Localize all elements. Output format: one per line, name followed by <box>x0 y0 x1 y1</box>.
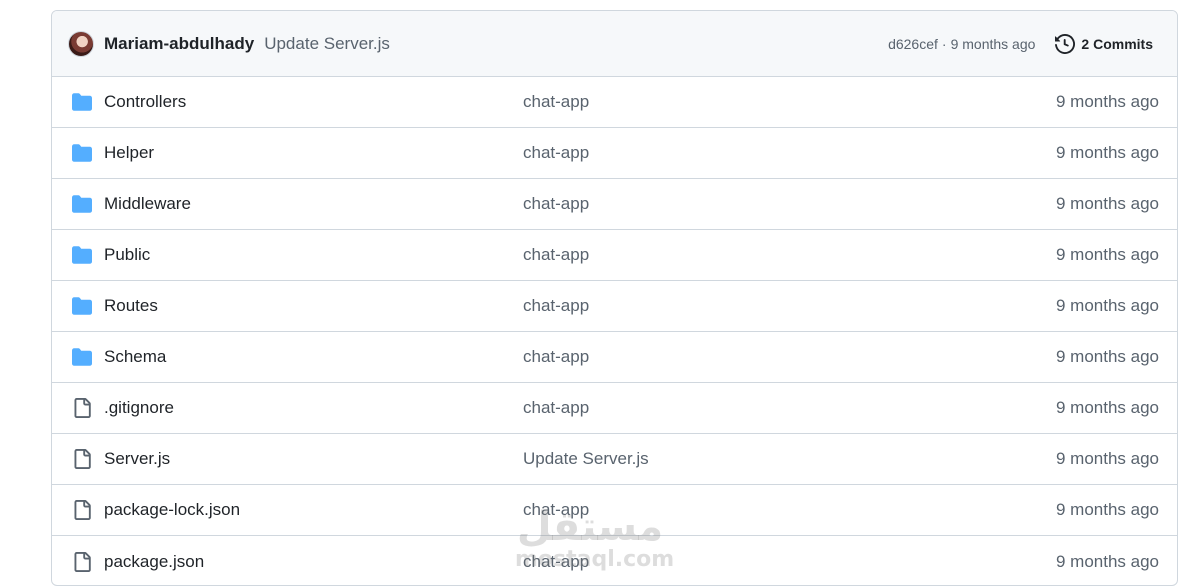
history-clock-icon <box>1055 33 1076 54</box>
file-commit-message-link[interactable]: chat-app <box>523 347 589 367</box>
commits-count-label: 2 Commits <box>1081 35 1153 52</box>
file-name-link[interactable]: Helper <box>104 143 154 163</box>
file-name-link[interactable]: package-lock.json <box>104 500 240 520</box>
file-commit-message-link[interactable]: chat-app <box>523 296 589 316</box>
file-name-link[interactable]: Server.js <box>104 449 170 469</box>
file-commit-time: 9 months ago <box>1055 500 1159 519</box>
file-icon <box>74 449 91 469</box>
commit-author-link[interactable]: Mariam-abdulhady <box>104 34 254 54</box>
file-commit-message-link[interactable]: chat-app <box>523 500 589 520</box>
file-commit-time: 9 months ago <box>1055 347 1159 366</box>
file-icon <box>74 551 91 572</box>
file-commit-time: 9 months ago <box>1055 143 1159 162</box>
file-commit-message-link[interactable]: Update Server.js <box>523 449 649 469</box>
folder-icon <box>72 246 92 264</box>
file-row-file[interactable]: Server.js Update Server.js 9 months ago <box>52 434 1177 485</box>
file-commit-message-link[interactable]: chat-app <box>523 398 589 418</box>
commit-time: 9 months ago <box>950 35 1036 52</box>
file-commit-time: 9 months ago <box>1055 296 1159 315</box>
file-row-folder[interactable]: Middleware chat-app 9 months ago <box>52 179 1177 230</box>
file-name-link[interactable]: Routes <box>104 296 158 316</box>
file-row-file[interactable]: package-lock.json chat-app 9 months ago <box>52 485 1177 536</box>
file-browser: Mariam-abdulhady Update Server.js d626ce… <box>51 10 1178 586</box>
latest-commit-header: Mariam-abdulhady Update Server.js d626ce… <box>52 11 1177 77</box>
user-avatar[interactable] <box>68 30 94 57</box>
file-commit-message-link[interactable]: chat-app <box>523 143 589 163</box>
file-name-link[interactable]: Schema <box>104 347 166 367</box>
file-commit-time: 9 months ago <box>1055 449 1159 468</box>
meta-separator: · <box>941 35 947 52</box>
file-commit-message-link[interactable]: chat-app <box>523 245 589 265</box>
file-name-link[interactable]: Middleware <box>104 194 191 214</box>
file-row-folder[interactable]: Routes chat-app 9 months ago <box>52 281 1177 332</box>
file-commit-message-link[interactable]: chat-app <box>523 552 589 572</box>
folder-icon <box>72 93 92 111</box>
file-commit-time: 9 months ago <box>1055 194 1159 213</box>
file-name-link[interactable]: package.json <box>104 552 204 572</box>
file-commit-time: 9 months ago <box>1055 398 1159 417</box>
file-name-link[interactable]: Controllers <box>104 92 186 112</box>
folder-icon <box>72 195 92 213</box>
file-list: Controllers chat-app 9 months ago Helper cha… <box>52 77 1177 585</box>
file-icon <box>74 398 91 418</box>
file-row-file[interactable]: .gitignore chat-app 9 months ago <box>52 383 1177 434</box>
file-commit-time: 9 months ago <box>1055 245 1159 264</box>
file-row-folder[interactable]: Schema chat-app 9 months ago <box>52 332 1177 383</box>
file-commit-time: 9 months ago <box>1055 92 1159 111</box>
commit-meta: d626cef · 9 months ago 2 Commits <box>888 33 1161 54</box>
file-icon <box>74 500 91 520</box>
file-name-link[interactable]: Public <box>104 245 150 265</box>
latest-commit-message-link[interactable]: Update Server.js <box>264 34 390 54</box>
file-row-file[interactable]: package.json chat-app 9 months ago <box>52 536 1177 585</box>
folder-icon <box>72 297 92 315</box>
folder-icon <box>72 144 92 162</box>
file-name-link[interactable]: .gitignore <box>104 398 174 418</box>
file-row-folder[interactable]: Controllers chat-app 9 months ago <box>52 77 1177 128</box>
file-commit-message-link[interactable]: chat-app <box>523 92 589 112</box>
file-row-folder[interactable]: Helper chat-app 9 months ago <box>52 128 1177 179</box>
folder-icon <box>72 348 92 366</box>
file-row-folder[interactable]: Public chat-app 9 months ago <box>52 230 1177 281</box>
file-commit-message-link[interactable]: chat-app <box>523 194 589 214</box>
commits-history-link[interactable]: 2 Commits <box>1055 33 1153 54</box>
file-commit-time: 9 months ago <box>1055 551 1159 571</box>
commit-sha-link[interactable]: d626cef <box>888 36 938 52</box>
